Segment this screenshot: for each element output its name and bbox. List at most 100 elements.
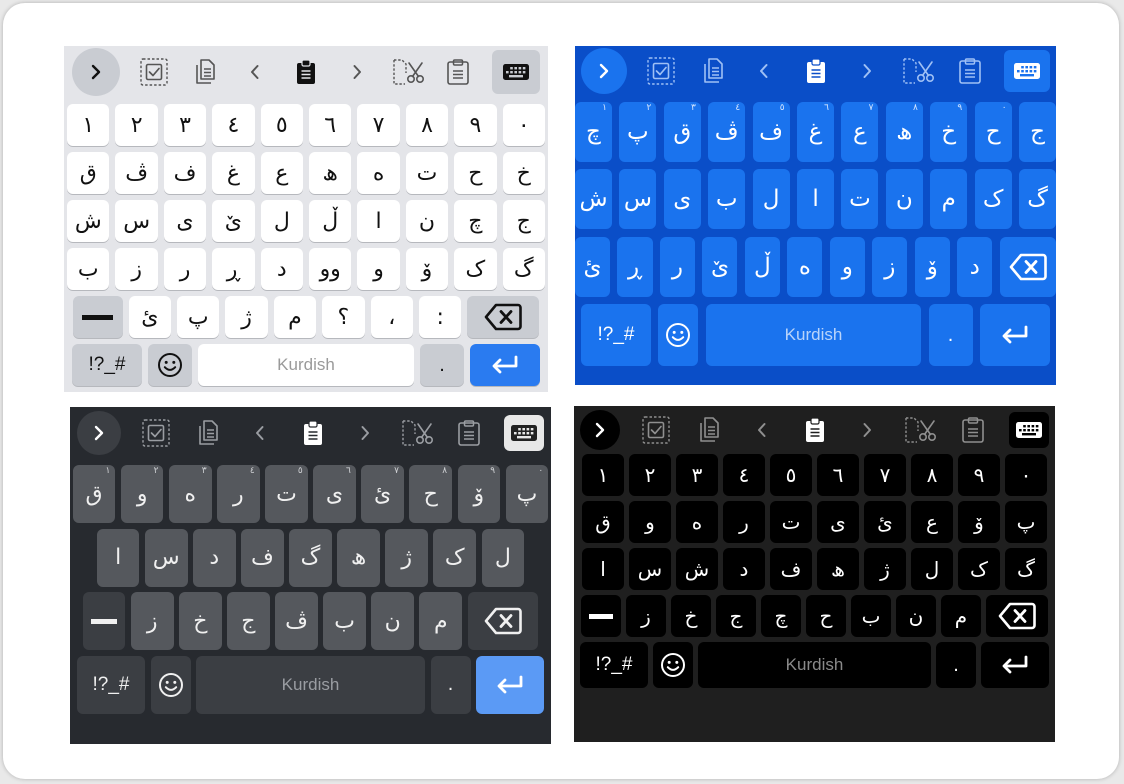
period-key[interactable]: . bbox=[420, 344, 464, 386]
letter-key[interactable]: ئ bbox=[128, 296, 172, 338]
letter-key[interactable]: و bbox=[829, 236, 865, 297]
emoji-key[interactable] bbox=[658, 304, 699, 367]
letter-key[interactable]: ت bbox=[405, 152, 449, 194]
letter-key[interactable]: ل bbox=[752, 169, 790, 230]
letter-key[interactable]: ب bbox=[851, 595, 891, 637]
letter-key[interactable]: ێ bbox=[212, 200, 255, 242]
clipboard-button[interactable] bbox=[441, 55, 475, 89]
letter-key[interactable]: ن bbox=[896, 595, 936, 637]
paste-button[interactable] bbox=[799, 54, 833, 88]
letter-key[interactable]: ڤ bbox=[115, 152, 158, 194]
space-bar-key[interactable] bbox=[581, 595, 621, 637]
letter-key[interactable]: ئ٧ bbox=[361, 465, 404, 523]
cursor-left-button[interactable] bbox=[747, 54, 781, 88]
letter-key[interactable]: ک bbox=[974, 169, 1012, 230]
letter-key[interactable]: چ bbox=[454, 200, 497, 242]
letter-key[interactable]: ٧ bbox=[357, 104, 400, 146]
letter-key[interactable]: ٤ bbox=[212, 104, 255, 146]
letter-key[interactable]: س bbox=[629, 548, 671, 590]
letter-key[interactable]: ز bbox=[626, 595, 666, 637]
paste-button[interactable] bbox=[289, 55, 323, 89]
letter-key[interactable]: ت٥ bbox=[265, 465, 308, 523]
select-all-button[interactable] bbox=[639, 413, 673, 447]
clipboard-button[interactable] bbox=[452, 416, 486, 450]
copy-button[interactable] bbox=[696, 54, 730, 88]
emoji-key[interactable] bbox=[653, 642, 693, 688]
letter-key[interactable]: ڵ bbox=[744, 236, 780, 297]
letter-key[interactable]: پ٢ bbox=[619, 102, 657, 162]
letter-key[interactable]: ش bbox=[676, 548, 718, 590]
letter-key[interactable]: ن bbox=[405, 200, 449, 242]
letter-key[interactable]: ، bbox=[370, 296, 413, 338]
clipboard-button[interactable] bbox=[953, 54, 987, 88]
enter-key[interactable] bbox=[470, 344, 540, 386]
letter-key[interactable]: ٨ bbox=[911, 454, 953, 496]
letter-key[interactable]: ٤ bbox=[723, 454, 765, 496]
letter-key[interactable]: ی٦ bbox=[313, 465, 356, 523]
letter-key[interactable]: د bbox=[260, 248, 303, 290]
letter-key[interactable]: ل bbox=[481, 528, 525, 587]
letter-key[interactable]: غ bbox=[212, 152, 255, 194]
spacebar-key[interactable]: Kurdish bbox=[196, 655, 425, 714]
letter-key[interactable]: ئ bbox=[575, 236, 611, 297]
letter-key[interactable]: ڤ bbox=[275, 592, 318, 650]
enter-key[interactable] bbox=[981, 642, 1049, 688]
letter-key[interactable]: ب bbox=[708, 169, 746, 230]
expand-chevron-button[interactable] bbox=[77, 411, 121, 455]
letter-key[interactable]: ێ bbox=[702, 236, 738, 297]
letter-key[interactable]: د bbox=[957, 236, 993, 297]
letter-key[interactable]: ٦ bbox=[309, 104, 352, 146]
copy-button[interactable] bbox=[188, 55, 222, 89]
letter-key[interactable]: ە bbox=[676, 501, 718, 543]
letter-key[interactable]: ە bbox=[787, 236, 823, 297]
letter-key[interactable]: م bbox=[419, 592, 463, 650]
letter-key[interactable]: ٣ bbox=[163, 104, 207, 146]
period-key[interactable]: . bbox=[936, 642, 976, 688]
cursor-left-button[interactable] bbox=[243, 416, 277, 450]
letter-key[interactable]: ر٤ bbox=[217, 465, 260, 523]
letter-key[interactable]: ب bbox=[67, 248, 110, 290]
cursor-right-button[interactable] bbox=[850, 54, 884, 88]
letter-key[interactable]: د bbox=[723, 548, 765, 590]
letter-key[interactable]: غ٦ bbox=[797, 102, 835, 162]
select-all-button[interactable] bbox=[139, 416, 173, 450]
space-bar-key[interactable] bbox=[72, 296, 123, 338]
letter-key[interactable]: پ bbox=[177, 296, 220, 338]
letter-key[interactable]: س bbox=[619, 169, 657, 230]
symbols-key[interactable]: !?_# bbox=[77, 655, 145, 714]
letter-key[interactable]: س bbox=[144, 528, 188, 587]
keyboard-button[interactable] bbox=[1004, 50, 1050, 92]
letter-key[interactable]: ٥ bbox=[770, 454, 812, 496]
letter-key[interactable]: ۆ bbox=[958, 501, 1000, 543]
letter-key[interactable]: ق٣ bbox=[663, 102, 701, 162]
backspace-key[interactable] bbox=[467, 296, 540, 338]
letter-key[interactable]: ر bbox=[659, 236, 696, 297]
letter-key[interactable]: د bbox=[193, 528, 236, 587]
letter-key[interactable]: ھ bbox=[817, 548, 859, 590]
letter-key[interactable]: گ bbox=[289, 528, 332, 587]
letter-key[interactable]: : bbox=[418, 296, 462, 338]
letter-key[interactable]: گ bbox=[502, 248, 545, 290]
letter-key[interactable]: گ bbox=[1019, 169, 1056, 230]
letter-key[interactable]: ۆ٩ bbox=[457, 465, 501, 523]
letter-key[interactable]: ز bbox=[130, 592, 174, 650]
letter-key[interactable]: ھ bbox=[309, 152, 352, 194]
letter-key[interactable]: ق bbox=[67, 152, 110, 194]
letter-key[interactable]: ۆ bbox=[914, 236, 950, 297]
letter-key[interactable]: ئ bbox=[864, 501, 906, 543]
cursor-right-button[interactable] bbox=[340, 55, 374, 89]
letter-key[interactable]: ھ٨ bbox=[885, 102, 923, 162]
letter-key[interactable]: م bbox=[930, 169, 968, 230]
letter-key[interactable]: ٢ bbox=[115, 104, 158, 146]
letter-key[interactable]: ق١ bbox=[72, 465, 116, 523]
cursor-left-button[interactable] bbox=[745, 413, 779, 447]
letter-key[interactable]: ن bbox=[371, 592, 414, 650]
letter-key[interactable]: خ٩ bbox=[930, 102, 968, 162]
letter-key[interactable]: ش bbox=[575, 169, 612, 230]
letter-key[interactable]: خ bbox=[502, 152, 545, 194]
symbols-key[interactable]: !?_# bbox=[72, 344, 142, 386]
cut-button[interactable] bbox=[400, 416, 434, 450]
letter-key[interactable]: ی bbox=[663, 169, 701, 230]
letter-key[interactable]: ر bbox=[163, 248, 207, 290]
letter-key[interactable]: ج bbox=[502, 200, 545, 242]
